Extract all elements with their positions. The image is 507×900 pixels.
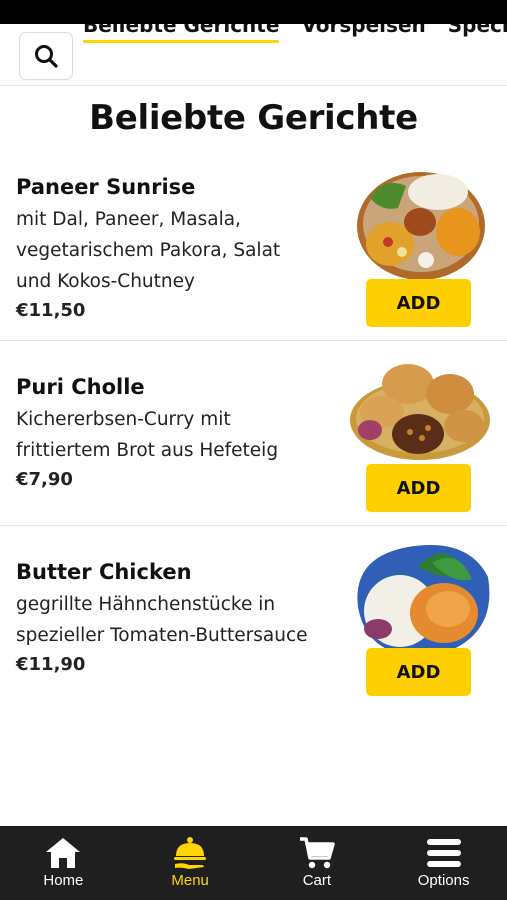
nav-label: Cart <box>302 872 332 889</box>
dish-name: Paneer Sunrise <box>16 175 196 199</box>
hamburger-menu-icon <box>426 839 461 867</box>
tab-specials[interactable]: Specials - <box>448 24 507 44</box>
nav-label: Menu <box>171 872 209 889</box>
tab-beliebte-gerichte[interactable]: Beliebte Gerichte <box>83 24 280 44</box>
dish-description-line: vegetarischem Pakora, Salat <box>16 240 281 261</box>
dish-description-line: mit Dal, Paneer, Masala, <box>16 209 241 230</box>
dish-image <box>357 172 485 280</box>
dish-description-line: und Kokos-Chutney <box>16 271 195 292</box>
nav-item-options[interactable]: Options <box>380 826 507 900</box>
section-title: Beliebte Gerichte <box>89 98 418 138</box>
nav-label: Home <box>43 872 84 889</box>
add-to-cart-button[interactable]: ADD <box>366 464 471 512</box>
add-to-cart-button[interactable]: ADD <box>366 648 471 696</box>
cart-icon <box>299 837 335 869</box>
nav-item-menu[interactable]: Menu <box>127 826 254 900</box>
nav-item-cart[interactable]: Cart <box>254 826 381 900</box>
dish-description-line: frittiertem Brot aus Hefeteig <box>16 440 279 461</box>
category-tabs: Beliebte Gerichte Vorspeisen Specials - <box>83 24 507 44</box>
status-bar <box>0 0 507 24</box>
search-icon <box>35 45 58 68</box>
dish-price: €11,50 <box>16 300 86 321</box>
dish-description-line: spezieller Tomaten-Buttersauce <box>16 625 308 646</box>
dish-price: €11,90 <box>16 654 86 675</box>
top-bar: Beliebte Gerichte Vorspeisen Specials - <box>0 24 507 86</box>
add-to-cart-button[interactable]: ADD <box>366 279 471 327</box>
dish-image <box>357 545 490 656</box>
dish-description: mit Dal, Paneer, Masala, vegetarischem P… <box>16 204 336 297</box>
tab-vorspeisen[interactable]: Vorspeisen <box>301 24 425 44</box>
dish-description: gegrillte Hähnchenstücke in spezieller T… <box>16 589 336 651</box>
dish-price: €7,90 <box>16 469 73 490</box>
dish-description-line: Kichererbsen-Curry mit <box>16 409 231 430</box>
bottom-navigation: Home Menu Cart Options <box>0 826 507 900</box>
dish-description-line: gegrillte Hähnchenstücke in <box>16 594 276 615</box>
home-icon <box>46 838 81 868</box>
cloche-icon <box>174 837 207 869</box>
divider <box>0 340 507 341</box>
dish-image <box>350 364 490 460</box>
dish-description: Kichererbsen-Curry mit frittiertem Brot … <box>16 404 336 466</box>
dish-name: Butter Chicken <box>16 560 192 584</box>
nav-label: Options <box>417 872 470 889</box>
dish-name: Puri Cholle <box>16 375 145 399</box>
nav-item-home[interactable]: Home <box>0 826 127 900</box>
search-button[interactable] <box>19 32 73 80</box>
divider <box>0 525 507 526</box>
